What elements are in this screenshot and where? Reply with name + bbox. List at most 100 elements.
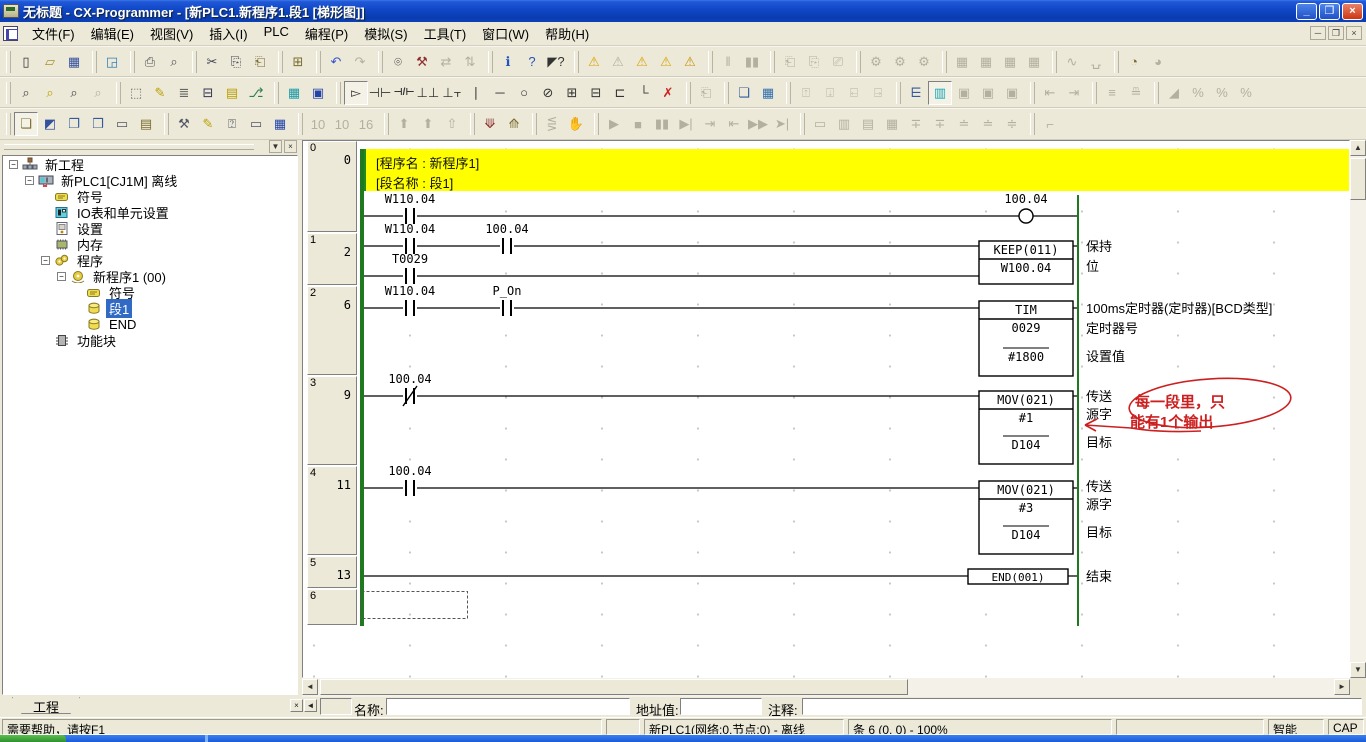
vertical-scroll-thumb[interactable] [1350, 158, 1366, 200]
tree-expander-icon[interactable]: − [25, 176, 34, 185]
new-contact-button[interactable]: ⊣⊢ [368, 81, 392, 105]
monitor-grid-button[interactable]: ▦ [268, 112, 292, 136]
transfer-to-plc-button[interactable]: ⟱ [478, 112, 502, 136]
ladder-canvas[interactable] [303, 141, 1351, 679]
scroll-right-icon[interactable]: ► [1334, 679, 1350, 695]
tree-item-plc-1[interactable]: −新PLC1[CJ1M] 离线 [3, 172, 297, 188]
window-link-button[interactable]: ❒ [86, 112, 110, 136]
watch-collapse-icon[interactable]: ◄ [304, 699, 317, 712]
symbol-table-view-button[interactable]: ▦ [282, 81, 306, 105]
menu-item-4[interactable]: 插入(I) [201, 21, 255, 46]
save-button[interactable]: ▦ [62, 50, 86, 74]
tree-item-section-10[interactable]: END [3, 316, 297, 332]
scroll-left-icon[interactable]: ◄ [302, 679, 318, 695]
force-on-button[interactable]: ◔ [1122, 50, 1146, 74]
show-rung-annotation-button[interactable]: ≣ [172, 81, 196, 105]
transfer-from-plc-button[interactable]: ⟰ [502, 112, 526, 136]
zoom-out-button[interactable]: ⌕ [62, 81, 86, 105]
dock-grip[interactable] [4, 144, 254, 150]
menu-item-5[interactable]: PLC [256, 21, 297, 46]
program-check-button[interactable]: ◲ [100, 50, 124, 74]
about-button[interactable]: ℹ [496, 50, 520, 74]
copy-button[interactable]: ⎘ [224, 50, 248, 74]
rung-header-4[interactable]: 411 [307, 466, 357, 555]
data-table-view-button[interactable]: ▦ [756, 81, 780, 105]
edit-symbols-button[interactable]: ✎ [196, 112, 220, 136]
delete-element-button[interactable]: ✗ [656, 81, 680, 105]
name-input[interactable] [386, 698, 630, 715]
select-tool-button[interactable]: ▻ [344, 81, 368, 105]
new-closed-coil-button[interactable]: ⊘ [536, 81, 560, 105]
new-instruction-block-button[interactable]: ⊟ [584, 81, 608, 105]
new-closed-contact-button[interactable]: ⊣/⊢ [392, 81, 416, 105]
help-button[interactable]: ? [520, 50, 544, 74]
window-cascade-button[interactable]: ❏ [14, 112, 38, 136]
watch-window-button[interactable]: ▥ [928, 81, 952, 105]
compile-button[interactable]: ⚠ [582, 50, 606, 74]
window-properties-button[interactable]: ▤ [134, 112, 158, 136]
rung-header-3[interactable]: 39 [307, 376, 357, 465]
minimize-button[interactable]: _ [1296, 3, 1317, 20]
tree-expander-icon[interactable]: − [9, 160, 18, 169]
transfer-to-plc-check-button[interactable]: ⚠ [654, 50, 678, 74]
paste-button[interactable]: ⎗ [248, 50, 272, 74]
find-button[interactable]: ⌾ [386, 50, 410, 74]
new-file-button[interactable]: ▯ [14, 50, 38, 74]
restore-button[interactable]: ❐ [1319, 3, 1340, 20]
horizontal-scroll-thumb[interactable] [320, 679, 908, 695]
menu-item-9[interactable]: 窗口(W) [474, 21, 537, 46]
monitor-in-rung-button[interactable]: ▤ [220, 81, 244, 105]
tree-item-memory-5[interactable]: 内存 [3, 236, 297, 252]
line-connector-button[interactable]: └ [632, 81, 656, 105]
new-horizontal-line-button[interactable]: ─ [488, 81, 512, 105]
rung-header-2[interactable]: 26 [307, 286, 357, 375]
tree-item-settings-4[interactable]: 设置 [3, 220, 297, 236]
menu-item-6[interactable]: 编程(P) [297, 21, 356, 46]
undo-button[interactable]: ↶ [324, 50, 348, 74]
tree-expander-icon[interactable]: − [57, 272, 66, 281]
zoom-in-button[interactable]: ⌕ [14, 81, 38, 105]
program-structure-button[interactable]: ⎇ [244, 81, 268, 105]
work-online-button[interactable]: ⚠ [678, 50, 702, 74]
mdi-restore-button[interactable]: ❐ [1328, 26, 1344, 40]
watch-close-icon[interactable]: × [290, 699, 303, 712]
function-block-invoke-button[interactable]: ⊏ [608, 81, 632, 105]
mdi-minimize-button[interactable]: ─ [1310, 26, 1326, 40]
menu-item-8[interactable]: 工具(T) [416, 21, 475, 46]
new-or-contact-button[interactable]: ⊥⊥ [416, 81, 440, 105]
io-comment-view-button[interactable]: ⊟ [196, 81, 220, 105]
comment-input[interactable] [802, 698, 1362, 715]
rung-header-5[interactable]: 513 [307, 556, 357, 588]
tree-item-program-7[interactable]: −新程序1 (00) [3, 268, 297, 284]
cross-reference-popup-button[interactable]: ▣ [306, 81, 330, 105]
mdi-close-button[interactable]: × [1346, 26, 1362, 40]
new-coil-button[interactable]: ○ [512, 81, 536, 105]
zoom-to-selection-button[interactable]: ⌕ [38, 81, 62, 105]
vertical-scrollbar[interactable]: ▲ ▼ [1350, 140, 1366, 678]
address-input[interactable] [680, 698, 762, 715]
menu-item-10[interactable]: 帮助(H) [537, 21, 597, 46]
rung-comment-edit-button[interactable]: ✎ [148, 81, 172, 105]
symbol-lookup-button[interactable]: ⚒ [172, 112, 196, 136]
new-or-closed-contact-button[interactable]: ⊥⫟ [440, 81, 464, 105]
rung-header-0[interactable]: 00 [307, 141, 357, 232]
tree-item-symbols-8[interactable]: 符号 [3, 284, 297, 300]
close-button[interactable]: × [1342, 3, 1363, 20]
menu-item-7[interactable]: 模拟(S) [356, 21, 415, 46]
tab-project[interactable]: 工程 [12, 697, 80, 714]
print-button[interactable]: ⎙ [138, 50, 162, 74]
tree-item-section-9[interactable]: 段1 [3, 300, 297, 316]
open-file-button[interactable]: ▱ [38, 50, 62, 74]
program-check-all-button[interactable]: ⚠ [630, 50, 654, 74]
layered-sheets-button[interactable]: ❏ [732, 81, 756, 105]
scroll-up-icon[interactable]: ▲ [1350, 140, 1366, 156]
rung-header-1[interactable]: 12 [307, 233, 357, 285]
chevron-down-icon[interactable]: ▼ [269, 140, 282, 153]
tree-expander-icon[interactable]: − [41, 256, 50, 265]
address-reference-tool-button[interactable]: ⚒ [410, 50, 434, 74]
rung-header-6[interactable]: 6 [307, 589, 357, 625]
horizontal-scrollbar[interactable]: ◄ ► [302, 678, 1350, 697]
address-reference-button[interactable]: ⋿ [904, 81, 928, 105]
tree-item-function-block-11[interactable]: 功能块 [3, 332, 297, 348]
context-help-button[interactable]: ◤? [544, 50, 568, 74]
